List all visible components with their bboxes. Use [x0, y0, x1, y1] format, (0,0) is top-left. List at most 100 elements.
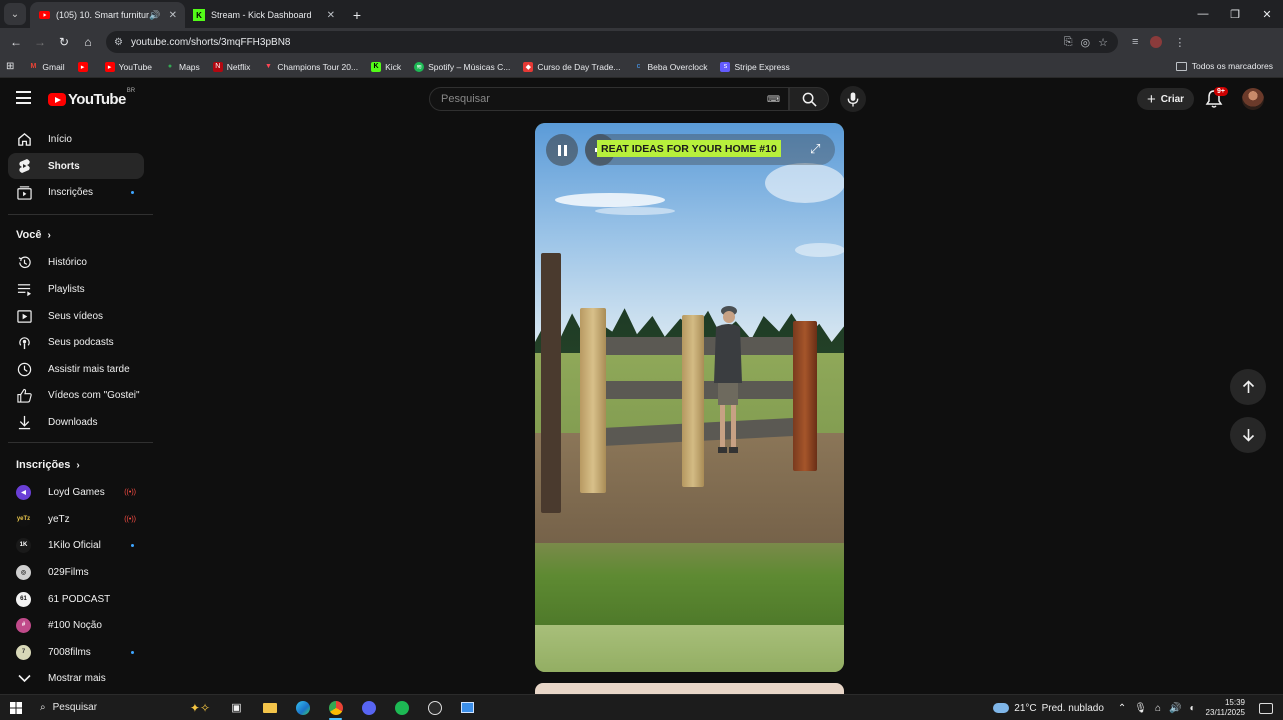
- spotify-icon: ≋: [414, 61, 425, 72]
- speaker-icon[interactable]: 🔊: [149, 10, 160, 21]
- tab-youtube[interactable]: (105) 10. Smart furniture id... 🔊 ✕: [30, 2, 185, 28]
- sidebar-item-inicio[interactable]: Início: [8, 126, 144, 152]
- sidebar-item-playlists[interactable]: Playlists: [8, 276, 144, 302]
- sidebar-item-inscricoes[interactable]: Inscrições: [8, 179, 144, 205]
- search-input[interactable]: Pesquisar ⌨: [429, 87, 789, 111]
- bookmark-maps[interactable]: ● Maps: [165, 62, 200, 72]
- channel-avatar: ◎: [16, 564, 31, 580]
- taskbar-search-input[interactable]: ⌕ Pesquisar ✦✧: [32, 695, 220, 720]
- bookmark-youtube[interactable]: ▸ YouTube: [104, 61, 152, 72]
- eye-off-icon[interactable]: ◎: [1081, 36, 1091, 49]
- volume-icon[interactable]: 🔊: [1169, 703, 1181, 714]
- sidebar-channel-100-nocao[interactable]: # #100 Noção: [8, 612, 144, 638]
- site-info-icon[interactable]: ⚙: [114, 37, 123, 48]
- profile-icon[interactable]: [1150, 36, 1163, 48]
- tab-search-button[interactable]: ⌄: [4, 3, 26, 25]
- clock[interactable]: 15:39 23/11/2025: [1206, 698, 1245, 718]
- weather-widget[interactable]: 21°C Pred. nublado: [993, 703, 1104, 714]
- sidebar-item-historico[interactable]: Histórico: [8, 249, 144, 275]
- sidebar-channel-029films[interactable]: ◎ 029Films: [8, 559, 144, 585]
- avatar[interactable]: [1242, 88, 1264, 110]
- bookmark-star-icon[interactable]: ☆: [1098, 36, 1108, 49]
- file-explorer-icon[interactable]: [253, 695, 286, 720]
- bookmark-netflix[interactable]: N Netflix: [212, 61, 250, 72]
- sidebar-channel-loyd-games[interactable]: ◀ Loyd Games ((•)): [8, 479, 144, 505]
- system-tray: 21°C Pred. nublado ⌃ 🎙 ⌂ 🔊 ◐ 15:39 23/11…: [993, 695, 1283, 720]
- bookmark-champions-tour[interactable]: ▼ Champions Tour 20...: [263, 62, 358, 72]
- all-bookmarks[interactable]: Todos os marcadores: [1175, 61, 1273, 71]
- bookmark-beba-overclock[interactable]: c Beba Overclock: [633, 62, 708, 72]
- sidebar-show-more[interactable]: Mostrar mais: [8, 665, 144, 691]
- sidebar-item-shorts[interactable]: Shorts: [8, 153, 144, 179]
- sidebar-subscriptions-header[interactable]: Inscrições ›: [16, 459, 80, 471]
- notification-center-icon[interactable]: [1259, 702, 1273, 714]
- home-browser-icon[interactable]: ⌂: [76, 30, 100, 54]
- menu-icon[interactable]: ⋮: [1174, 36, 1185, 49]
- tab-kick[interactable]: K Stream - Kick Dashboard ✕: [185, 2, 343, 28]
- forward-icon[interactable]: →: [28, 30, 52, 54]
- url-input[interactable]: ⚙ youtube.com/shorts/3mqFFH3pBN8 ⎘ ◎ ☆: [106, 31, 1118, 53]
- obs-icon[interactable]: [418, 695, 451, 720]
- edge-icon[interactable]: [286, 695, 319, 720]
- chevron-up-icon[interactable]: ⌃: [1118, 703, 1126, 714]
- sidebar-item-seus-videos[interactable]: Seus vídeos: [8, 303, 144, 329]
- youtube-logo[interactable]: YouTube BR: [48, 88, 135, 108]
- sidebar-you-header[interactable]: Você ›: [16, 229, 51, 241]
- create-button[interactable]: + Criar: [1137, 88, 1194, 110]
- close-tab-icon[interactable]: ✕: [169, 10, 177, 21]
- close-tab-icon[interactable]: ✕: [327, 10, 335, 21]
- sidebar-item-videos-gostei[interactable]: Vídeos com "Gostei": [8, 382, 144, 408]
- bookmark-kick[interactable]: K Kick: [371, 61, 401, 72]
- bookmark-spotify[interactable]: ≋ Spotify – Músicas C...: [414, 61, 510, 72]
- youtube-favicon-icon: [38, 9, 50, 21]
- start-button[interactable]: [0, 695, 32, 720]
- watch-later-icon: [16, 361, 32, 377]
- close-window-icon[interactable]: ✕: [1251, 0, 1283, 28]
- shorts-video-player[interactable]: REAT IDEAS FOR YOUR HOME #10 ⤢: [535, 123, 844, 672]
- microphone-icon[interactable]: 🎙: [1134, 703, 1147, 714]
- apps-icon[interactable]: ⊞: [6, 61, 14, 72]
- spotify-icon[interactable]: [385, 695, 418, 720]
- sidebar-item-assistir-mais-tarde[interactable]: Assistir mais tarde: [8, 356, 144, 382]
- hamburger-menu-icon[interactable]: [16, 91, 31, 108]
- fence-post: [580, 308, 606, 493]
- voice-search-button[interactable]: [840, 86, 866, 112]
- task-view-icon[interactable]: ▣: [220, 695, 253, 720]
- sidebar-divider: [8, 214, 153, 215]
- reading-list-icon[interactable]: ≡: [1132, 36, 1138, 48]
- pause-button[interactable]: [546, 134, 578, 166]
- chrome-icon[interactable]: [319, 695, 352, 720]
- sidebar-channel-1kilo[interactable]: 1K 1Kilo Oficial: [8, 532, 144, 558]
- bookmark-gmail[interactable]: M Gmail: [28, 62, 64, 72]
- sidebar-channel-61-podcast[interactable]: 61 61 PODCAST: [8, 586, 144, 612]
- fullscreen-icon[interactable]: ⤢: [810, 141, 820, 157]
- network-icon[interactable]: ⌂: [1155, 703, 1161, 714]
- sidebar-item-seus-podcasts[interactable]: Seus podcasts: [8, 329, 144, 355]
- url-text: youtube.com/shorts/3mqFFH3pBN8: [130, 36, 291, 48]
- search-button[interactable]: [789, 87, 829, 111]
- minimize-icon[interactable]: —: [1187, 0, 1219, 28]
- fence-post: [541, 253, 561, 513]
- your-videos-icon: [16, 308, 32, 324]
- bookmark-day-trade[interactable]: ◆ Curso de Day Trade...: [523, 61, 620, 72]
- keyboard-icon[interactable]: ⌨: [767, 94, 780, 105]
- next-short-button[interactable]: [1230, 417, 1266, 453]
- app-window-icon[interactable]: [451, 695, 484, 720]
- sidebar-item-downloads[interactable]: Downloads: [8, 409, 144, 435]
- reload-icon[interactable]: ↻: [52, 30, 76, 54]
- sidebar-channel-7008films[interactable]: 7 7008films: [8, 639, 144, 665]
- sidebar-channel-yetz[interactable]: yeTz yeTz ((•)): [8, 506, 144, 532]
- bookmark-stripe-express[interactable]: s Stripe Express: [720, 61, 790, 72]
- restore-icon[interactable]: ❐: [1219, 0, 1251, 28]
- thumbs-up-icon: [16, 387, 32, 403]
- windows-logo-icon: [10, 701, 22, 714]
- back-icon[interactable]: ←: [4, 30, 28, 54]
- install-app-icon[interactable]: ⎘: [1064, 36, 1073, 49]
- display-icon[interactable]: ◐: [1190, 703, 1196, 714]
- discord-icon[interactable]: [352, 695, 385, 720]
- new-tab-button[interactable]: +: [347, 5, 367, 25]
- channel-avatar: #: [16, 617, 31, 633]
- bookmark-youtube-mini[interactable]: ▸: [77, 61, 92, 72]
- channel-avatar: ◀: [16, 484, 31, 500]
- previous-short-button[interactable]: [1230, 369, 1266, 405]
